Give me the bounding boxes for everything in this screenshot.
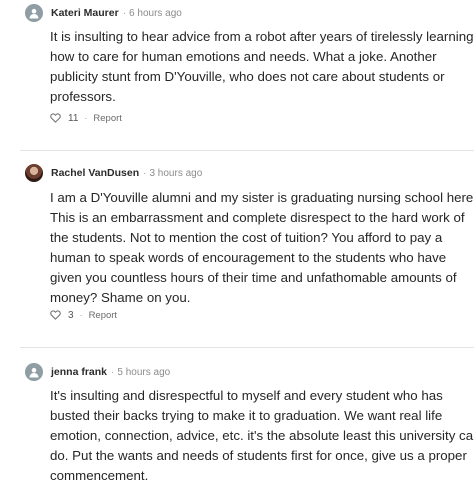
comment-header: Kateri Maurer · 6 hours ago [25, 3, 182, 23]
like-count: 11 [68, 112, 79, 124]
comment-body: It is insulting to hear advice from a ro… [50, 27, 474, 107]
comment-body-line: the students. Not to mention the cost of… [50, 230, 443, 245]
heart-outline-icon[interactable] [50, 113, 61, 123]
comment-timestamp: 5 hours ago [117, 366, 171, 378]
divider [20, 347, 474, 348]
comment-body-line: publicity stunt from D'Youville, who doe… [50, 69, 445, 84]
comment-timestamp: 6 hours ago [129, 7, 182, 19]
comment-timestamp: 3 hours ago [149, 167, 203, 179]
comment-body-line: human to speak words of encouragement to… [50, 250, 447, 265]
comment-body-line: professors. [50, 89, 116, 104]
comment-body-line: do. Put the wants and needs of students … [50, 448, 467, 463]
heart-outline-icon[interactable] [50, 310, 61, 320]
comment-author[interactable]: Rachel VanDusen [51, 167, 139, 179]
divider [20, 150, 474, 151]
report-link[interactable]: Report [93, 113, 122, 124]
comment-author[interactable]: Kateri Maurer [51, 7, 119, 19]
person-icon [29, 367, 39, 378]
comment-body-line: I am a D'Youville alumni and my sister i… [50, 190, 474, 205]
comment-header: Rachel VanDusen · 3 hours ago [25, 163, 202, 183]
comment-body-line: busted their backs trying to make it to … [50, 408, 443, 423]
comment-body-line: commencement. [50, 468, 149, 483]
separator-dot: · [143, 167, 147, 179]
separator-dot: · [79, 310, 83, 320]
avatar[interactable] [25, 164, 43, 182]
separator-dot: · [122, 7, 127, 19]
comment-body-line: It is insulting to hear advice from a ro… [50, 29, 474, 44]
comment-body-line: money? Shame on you. [50, 290, 191, 305]
like-count: 3 [68, 309, 74, 321]
separator-dot: · [111, 366, 115, 378]
comment-header: jenna frank · 5 hours ago [25, 362, 170, 382]
person-icon [29, 8, 39, 19]
separator-dot: · [84, 113, 88, 123]
avatar[interactable] [25, 363, 43, 381]
comment-body-line: how to care for human emotions and needs… [50, 49, 437, 64]
comment-actions: 3 · Report [50, 307, 117, 323]
avatar[interactable] [25, 4, 43, 22]
comment-body-line: emotion, connection, advice, etc. it's t… [50, 428, 474, 443]
report-link[interactable]: Report [89, 310, 118, 321]
comment-body: It's insulting and disrespectful to myse… [50, 386, 474, 486]
comment-actions: 11 · Report [50, 110, 122, 126]
comment-body-line: This is an embarrassment and complete di… [50, 210, 465, 225]
comment-body-line: given you countless hours of their time … [50, 270, 457, 285]
comment-body-line: It's insulting and disrespectful to myse… [50, 388, 443, 403]
comment-body: I am a D'Youville alumni and my sister i… [50, 188, 474, 308]
comment-author[interactable]: jenna frank [51, 366, 107, 378]
